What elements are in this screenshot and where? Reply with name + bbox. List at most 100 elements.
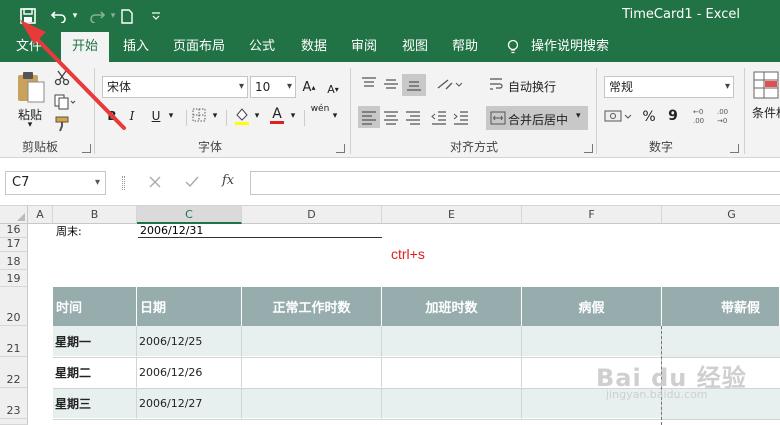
chevron-down-icon[interactable]: ▾ [725, 77, 730, 97]
decrease-decimal-icon[interactable]: .00 →0 [716, 106, 736, 129]
day-cell[interactable]: 星期二 [53, 358, 137, 388]
date-cell[interactable]: 2006/12/25 [137, 326, 242, 357]
number-launcher-icon[interactable] [730, 144, 739, 153]
row-header-20[interactable]: 20 [0, 287, 28, 326]
header-sick-leave[interactable]: 病假 [522, 287, 662, 326]
column-header-e[interactable]: E [382, 206, 522, 224]
phonetic-dropdown-icon[interactable]: ▾ [330, 108, 340, 124]
column-header-f[interactable]: F [522, 206, 662, 224]
chevron-down-icon[interactable]: ▾ [287, 77, 292, 97]
tab-review[interactable]: 审阅 [342, 32, 386, 62]
row-header-17[interactable]: 17 [0, 237, 28, 252]
font-color-dropdown-icon[interactable]: ▾ [288, 108, 298, 124]
align-bottom-icon[interactable] [402, 74, 426, 96]
tab-page-layout[interactable]: 页面布局 [168, 32, 230, 62]
regular-hours-cell[interactable] [242, 326, 382, 357]
save-icon[interactable] [14, 6, 42, 26]
redo-dropdown-icon[interactable]: ▾ [108, 6, 118, 26]
borders-dropdown-icon[interactable]: ▾ [210, 108, 220, 124]
day-cell[interactable]: 星期三 [53, 389, 137, 419]
sick-leave-cell[interactable] [522, 326, 662, 357]
week-end-label[interactable]: 周末: [54, 224, 82, 238]
merge-dropdown-icon[interactable]: ▾ [576, 111, 581, 121]
row-header-23[interactable]: 23 [0, 388, 28, 419]
tab-insert[interactable]: 插入 [114, 32, 158, 62]
name-box[interactable]: C7 ▾ [5, 171, 106, 195]
align-left-icon[interactable] [358, 106, 380, 128]
clipboard-launcher-icon[interactable] [82, 144, 91, 153]
header-overtime[interactable]: 加班时数 [382, 287, 522, 326]
accounting-format-icon[interactable] [604, 108, 632, 129]
chevron-down-icon[interactable]: ▾ [239, 77, 244, 97]
day-cell[interactable]: 星期一 [53, 326, 137, 357]
new-icon[interactable] [118, 6, 136, 26]
wrap-text-icon[interactable] [488, 76, 504, 95]
row-header-21[interactable]: 21 [0, 326, 28, 357]
overtime-cell[interactable] [382, 326, 522, 357]
orientation-icon[interactable] [436, 76, 464, 95]
underline-button[interactable]: U [148, 106, 164, 126]
fill-color-icon[interactable] [234, 106, 250, 129]
row-header-16[interactable]: 16 [0, 223, 28, 238]
tab-formulas[interactable]: 公式 [240, 32, 284, 62]
paste-dropdown-icon[interactable]: ▾ [24, 120, 36, 130]
font-color-icon[interactable]: A [268, 106, 286, 126]
copy-icon[interactable] [54, 94, 76, 113]
conditional-formatting-button[interactable]: 条件格 [752, 104, 780, 121]
paste-icon[interactable] [14, 70, 46, 106]
number-format-combo[interactable]: 常规 ▾ [604, 76, 734, 98]
fill-color-dropdown-icon[interactable]: ▾ [252, 108, 262, 124]
header-time[interactable]: 时间 [53, 287, 137, 326]
tab-file[interactable]: 文件 [8, 32, 50, 62]
font-size-combo[interactable]: 10 ▾ [250, 76, 296, 98]
merge-center-button[interactable]: 合并后居中 ▾ [486, 106, 588, 130]
bold-button[interactable]: B [104, 106, 120, 126]
borders-icon[interactable] [192, 108, 206, 125]
percent-button[interactable]: % [640, 108, 658, 126]
format-painter-icon[interactable] [54, 116, 72, 135]
redo-icon[interactable] [86, 6, 108, 26]
chevron-down-icon[interactable]: ▾ [95, 172, 100, 194]
tab-view[interactable]: 视图 [393, 32, 437, 62]
regular-hours-cell[interactable] [242, 389, 382, 419]
column-header-d[interactable]: D [242, 206, 382, 224]
increase-indent-icon[interactable] [452, 108, 470, 129]
overtime-cell[interactable] [382, 389, 522, 419]
increase-decimal-icon[interactable]: ←0.00 [692, 106, 712, 129]
date-cell[interactable]: 2006/12/26 [137, 358, 242, 388]
tab-home[interactable]: 开始 [61, 32, 109, 62]
header-regular-hours[interactable]: 正常工作时数 [242, 287, 382, 326]
phonetic-guide-icon[interactable]: wén [310, 102, 330, 116]
align-middle-icon[interactable] [382, 76, 400, 95]
align-right-icon[interactable] [404, 108, 422, 129]
italic-button[interactable]: I [124, 106, 140, 126]
formula-input[interactable] [250, 171, 780, 195]
row-header-22[interactable]: 22 [0, 357, 28, 388]
undo-icon[interactable] [48, 6, 70, 26]
select-all-corner[interactable] [0, 206, 28, 224]
column-header-g[interactable]: G [662, 206, 780, 224]
tab-data[interactable]: 数据 [292, 32, 336, 62]
week-end-value[interactable]: 2006/12/31 [138, 224, 382, 238]
alignment-launcher-icon[interactable] [584, 144, 593, 153]
font-name-combo[interactable]: 宋体 ▾ [102, 76, 248, 98]
undo-dropdown-icon[interactable]: ▾ [70, 6, 80, 26]
decrease-font-icon[interactable]: A ▾ [322, 78, 344, 100]
customize-icon[interactable] [148, 6, 164, 26]
date-cell[interactable]: 2006/12/27 [137, 389, 242, 419]
cancel-icon[interactable] [148, 175, 162, 192]
tab-help[interactable]: 帮助 [443, 32, 487, 62]
align-top-icon[interactable] [360, 76, 378, 95]
splitter-handle[interactable] [122, 176, 125, 190]
wrap-text-button[interactable]: 自动换行 [508, 78, 556, 95]
cut-icon[interactable] [54, 70, 70, 89]
decrease-indent-icon[interactable] [430, 108, 448, 129]
tell-me-search[interactable]: 操作说明搜索 [530, 32, 610, 62]
row-header-24[interactable] [0, 419, 28, 425]
align-center-icon[interactable] [382, 108, 400, 129]
row-header-18[interactable]: 18 [0, 252, 28, 270]
conditional-formatting-icon[interactable] [752, 70, 780, 105]
column-header-b[interactable]: B [53, 206, 137, 224]
column-header-a[interactable]: A [28, 206, 53, 224]
column-header-c[interactable]: C [137, 206, 242, 224]
